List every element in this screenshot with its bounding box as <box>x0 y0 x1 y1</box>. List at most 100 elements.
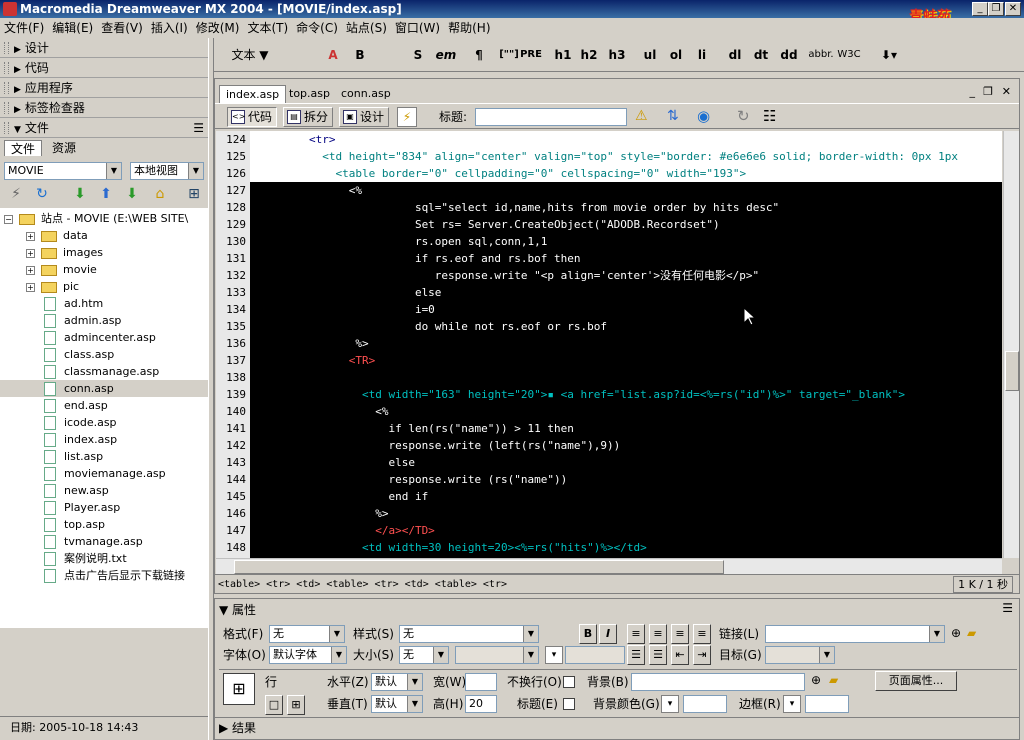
browser-check-icon[interactable]: ⚠ <box>635 108 648 124</box>
font-tag-icon[interactable]: A <box>322 44 344 66</box>
align-right-icon[interactable]: ≡ <box>671 624 689 644</box>
tag-selector[interactable]: <table> <tr> <td> <table> <tr> <td> <tab… <box>218 575 507 594</box>
doc-tab-index[interactable]: index.asp <box>219 85 287 103</box>
properties-header[interactable]: ▼ 属性 <box>219 601 256 618</box>
code-line[interactable]: 147 </a></TD> <box>216 522 1002 539</box>
code-line[interactable]: 144 response.write (rs("name")) <box>216 471 1002 488</box>
strong-button[interactable]: S <box>408 44 428 66</box>
file-management-icon[interactable]: ⇅ <box>667 108 679 124</box>
background-input[interactable] <box>631 673 805 691</box>
tree-folder[interactable]: + images <box>0 244 208 261</box>
code-line[interactable]: 135 do while not rs.eof or rs.bof <box>216 318 1002 335</box>
italic-format-button[interactable]: I <box>599 624 617 644</box>
outdent-icon[interactable]: ⇤ <box>671 645 689 665</box>
code-line[interactable]: 126 <table border="0" cellpadding="0" ce… <box>216 165 1002 182</box>
h3-button[interactable]: h3 <box>606 44 628 66</box>
code-line[interactable]: 145 end if <box>216 488 1002 505</box>
menu-site[interactable]: 站点(S) <box>342 21 391 35</box>
tree-site-root[interactable]: − 站点 - MOVIE (E:\WEB SITE\ <box>0 210 208 227</box>
format-select[interactable]: 无 ▼ <box>269 625 345 643</box>
horizontal-scrollbar[interactable] <box>216 558 1002 574</box>
tree-file-selected[interactable]: conn.asp <box>0 380 208 397</box>
horizontal-align-select[interactable]: 默认 ▼ <box>371 673 423 691</box>
check-out-icon[interactable]: ⬇ <box>122 184 142 204</box>
li-button[interactable]: li <box>694 44 710 66</box>
code-line[interactable]: 134 i=0 <box>216 301 1002 318</box>
tree-file[interactable]: icode.asp <box>0 414 208 431</box>
tree-file[interactable]: class.asp <box>0 346 208 363</box>
connect-icon[interactable]: ⚡ <box>6 184 26 204</box>
align-justify-icon[interactable]: ≡ <box>693 624 711 644</box>
border-color-swatch[interactable]: ▾ <box>783 695 801 713</box>
refresh-icon[interactable]: ↻ <box>32 184 52 204</box>
panel-group-tag-inspector[interactable]: ▶ 标签检查器 <box>0 98 208 118</box>
border-color-input[interactable] <box>805 695 849 713</box>
dt-button[interactable]: dt <box>752 44 770 66</box>
align-center-icon[interactable]: ≡ <box>649 624 667 644</box>
check-in-icon[interactable]: ⌂ <box>150 184 170 204</box>
doc-tab-conn[interactable]: conn.asp <box>335 85 397 103</box>
height-input[interactable]: 20 <box>465 695 497 713</box>
split-view-button[interactable]: ▤ 拆分 <box>283 107 334 127</box>
align-left-icon[interactable]: ≡ <box>627 624 645 644</box>
view-select[interactable]: 本地视图 ▼ <box>130 162 204 180</box>
text-color-swatch[interactable]: ▾ <box>545 646 563 664</box>
live-data-icon[interactable]: ⚡ <box>397 107 417 127</box>
tree-file[interactable]: classmanage.asp <box>0 363 208 380</box>
code-line[interactable]: 132 response.write "<p align='center'>没有… <box>216 267 1002 284</box>
dl-button[interactable]: dl <box>726 44 744 66</box>
bold-format-button[interactable]: B <box>579 624 597 644</box>
vertical-align-select[interactable]: 默认 ▼ <box>371 695 423 713</box>
tree-file[interactable]: list.asp <box>0 448 208 465</box>
doc-minimize-icon[interactable]: _ <box>970 85 976 98</box>
style-select[interactable]: 无 ▼ <box>399 625 539 643</box>
size-unit-select[interactable]: ▼ <box>455 646 539 664</box>
panel-group-code[interactable]: ▶ 代码 <box>0 58 208 78</box>
insert-category-dropdown[interactable]: 文本 ▼ <box>226 44 274 66</box>
tree-file[interactable]: tvmanage.asp <box>0 533 208 550</box>
tree-file[interactable]: 点击广告后显示下载链接 <box>0 567 208 584</box>
tree-file[interactable]: top.asp <box>0 516 208 533</box>
tree-file[interactable]: admincenter.asp <box>0 329 208 346</box>
tree-file[interactable]: Player.asp <box>0 499 208 516</box>
put-files-icon[interactable]: ⬆ <box>96 184 116 204</box>
code-line[interactable]: 146 %> <box>216 505 1002 522</box>
tree-file[interactable]: 案例说明.txt <box>0 550 208 567</box>
doc-tab-top[interactable]: top.asp <box>283 85 336 103</box>
code-line[interactable]: 143 else <box>216 454 1002 471</box>
panel-group-files[interactable]: ▼ 文件 ☰ <box>0 118 208 138</box>
em-button[interactable]: em <box>434 44 458 66</box>
code-view-button[interactable]: <> 代码 <box>227 107 278 127</box>
doc-close-icon[interactable]: ✕ <box>1002 85 1011 98</box>
code-line[interactable]: 129 Set rs= Server.CreateObject("ADODB.R… <box>216 216 1002 233</box>
split-cells-icon[interactable]: ⊞ <box>287 695 305 715</box>
size-select[interactable]: 无 ▼ <box>399 646 449 664</box>
expand-toggle-icon[interactable]: + <box>26 231 35 241</box>
unordered-list-icon[interactable]: ☰ <box>627 645 645 665</box>
paragraph-button[interactable]: ¶ <box>470 44 488 66</box>
code-line[interactable]: 136 %> <box>216 335 1002 352</box>
nowrap-checkbox[interactable] <box>563 676 575 688</box>
link-input[interactable]: ▼ <box>765 625 945 643</box>
menu-commands[interactable]: 命令(C) <box>292 21 342 35</box>
get-files-icon[interactable]: ⬇ <box>70 184 90 204</box>
close-icon[interactable]: ✕ <box>1005 2 1021 16</box>
site-select[interactable]: MOVIE ▼ <box>4 162 122 180</box>
panel-group-application[interactable]: ▶ 应用程序 <box>0 78 208 98</box>
restore-icon[interactable]: ❐ <box>988 2 1004 16</box>
tree-folder[interactable]: + pic <box>0 278 208 295</box>
code-line[interactable]: 142 response.write (left(rs("name"),9)) <box>216 437 1002 454</box>
tree-file[interactable]: ad.htm <box>0 295 208 312</box>
code-line[interactable]: 130 rs.open sql,conn,1,1 <box>216 233 1002 250</box>
bold-button[interactable]: B <box>350 44 370 66</box>
menu-modify[interactable]: 修改(M) <box>192 21 244 35</box>
menu-window[interactable]: 窗口(W) <box>391 21 444 35</box>
tree-file[interactable]: index.asp <box>0 431 208 448</box>
page-properties-button[interactable]: 页面属性... <box>875 671 957 691</box>
bgcolor-swatch[interactable]: ▾ <box>661 695 679 713</box>
code-line[interactable]: 139 <td width="163" height="20">▪ <a hre… <box>216 386 1002 403</box>
ol-button[interactable]: ol <box>666 44 686 66</box>
refresh-design-icon[interactable]: ↻ <box>737 107 750 125</box>
doc-restore-icon[interactable]: ❐ <box>983 85 993 98</box>
tree-file[interactable]: end.asp <box>0 397 208 414</box>
